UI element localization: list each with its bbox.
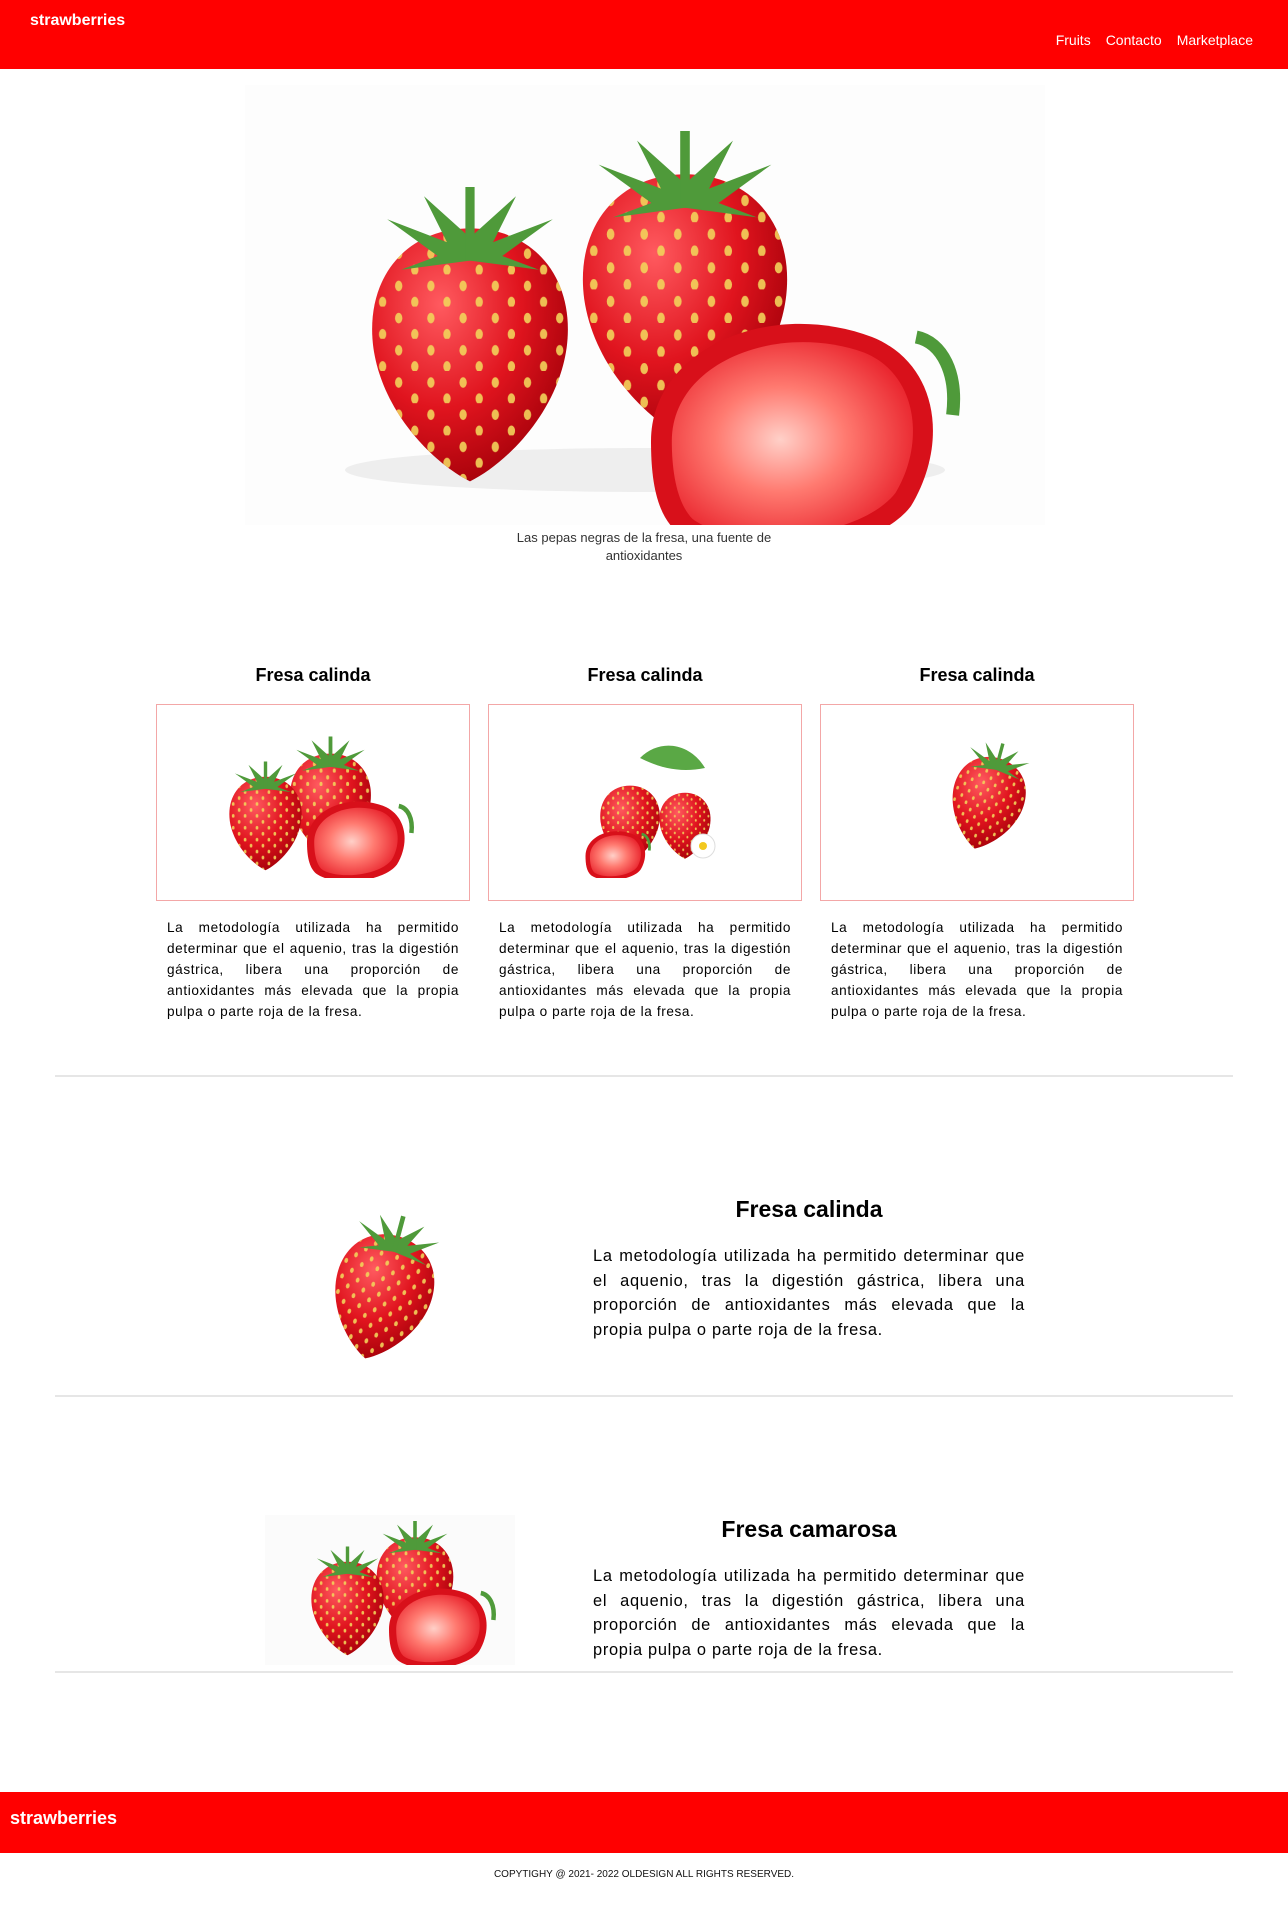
nav-link-contacto[interactable]: Contacto [1106,32,1162,48]
section-divider [55,1075,1233,1077]
footer-bar: strawberries [0,1792,1288,1853]
site-logo[interactable]: strawberries [30,12,125,30]
feature-title: Fresa calinda [735,1196,883,1222]
card-description: La metodología utilizada ha permitido de… [167,920,459,1019]
card-image-frame [820,704,1134,901]
main-nav: Fruits Contacto Marketplace [1056,32,1253,48]
card-title: Fresa calinda [255,665,371,685]
top-navbar: strawberries Fruits Contacto Marketplace [0,0,1288,69]
card-image-frame [488,704,802,901]
feature-title: Fresa camarosa [721,1516,897,1542]
card-title: Fresa calinda [919,665,1035,685]
section-divider [55,1395,1233,1397]
footer-logo[interactable]: strawberries [10,1808,117,1829]
fruit-card: Fresa calinda La metodología utilizada h… [820,660,1134,1022]
fruit-card: Fresa calinda La metodología utilizada h… [156,660,470,1022]
card-description: La metodología utilizada ha permitido de… [499,920,791,1019]
nav-link-marketplace[interactable]: Marketplace [1177,32,1253,48]
hero-caption: Las pepas negras de la fresa, una fuente… [516,530,772,563]
nav-link-fruits[interactable]: Fruits [1056,32,1091,48]
feature-description: La metodología utilizada ha permitido de… [593,1247,1025,1339]
strawberry-image [584,745,716,878]
card-title: Fresa calinda [587,665,703,685]
feature-image [265,1515,515,1665]
fruit-card: Fresa calinda La metodología utilizada h… [488,660,802,1022]
feature-image [290,1205,500,1375]
copyright-text: COPYTIGHY @ 2021- 2022 OLDESIGN ALL RIGH… [493,1869,795,1880]
strawberry-image [939,733,1035,858]
feature-description: La metodología utilizada ha permitido de… [593,1567,1025,1659]
card-image-frame [156,704,470,901]
card-description: La metodología utilizada ha permitido de… [831,920,1123,1019]
hero-image [245,85,1045,525]
strawberry-image [229,734,438,878]
section-divider [55,1671,1233,1673]
